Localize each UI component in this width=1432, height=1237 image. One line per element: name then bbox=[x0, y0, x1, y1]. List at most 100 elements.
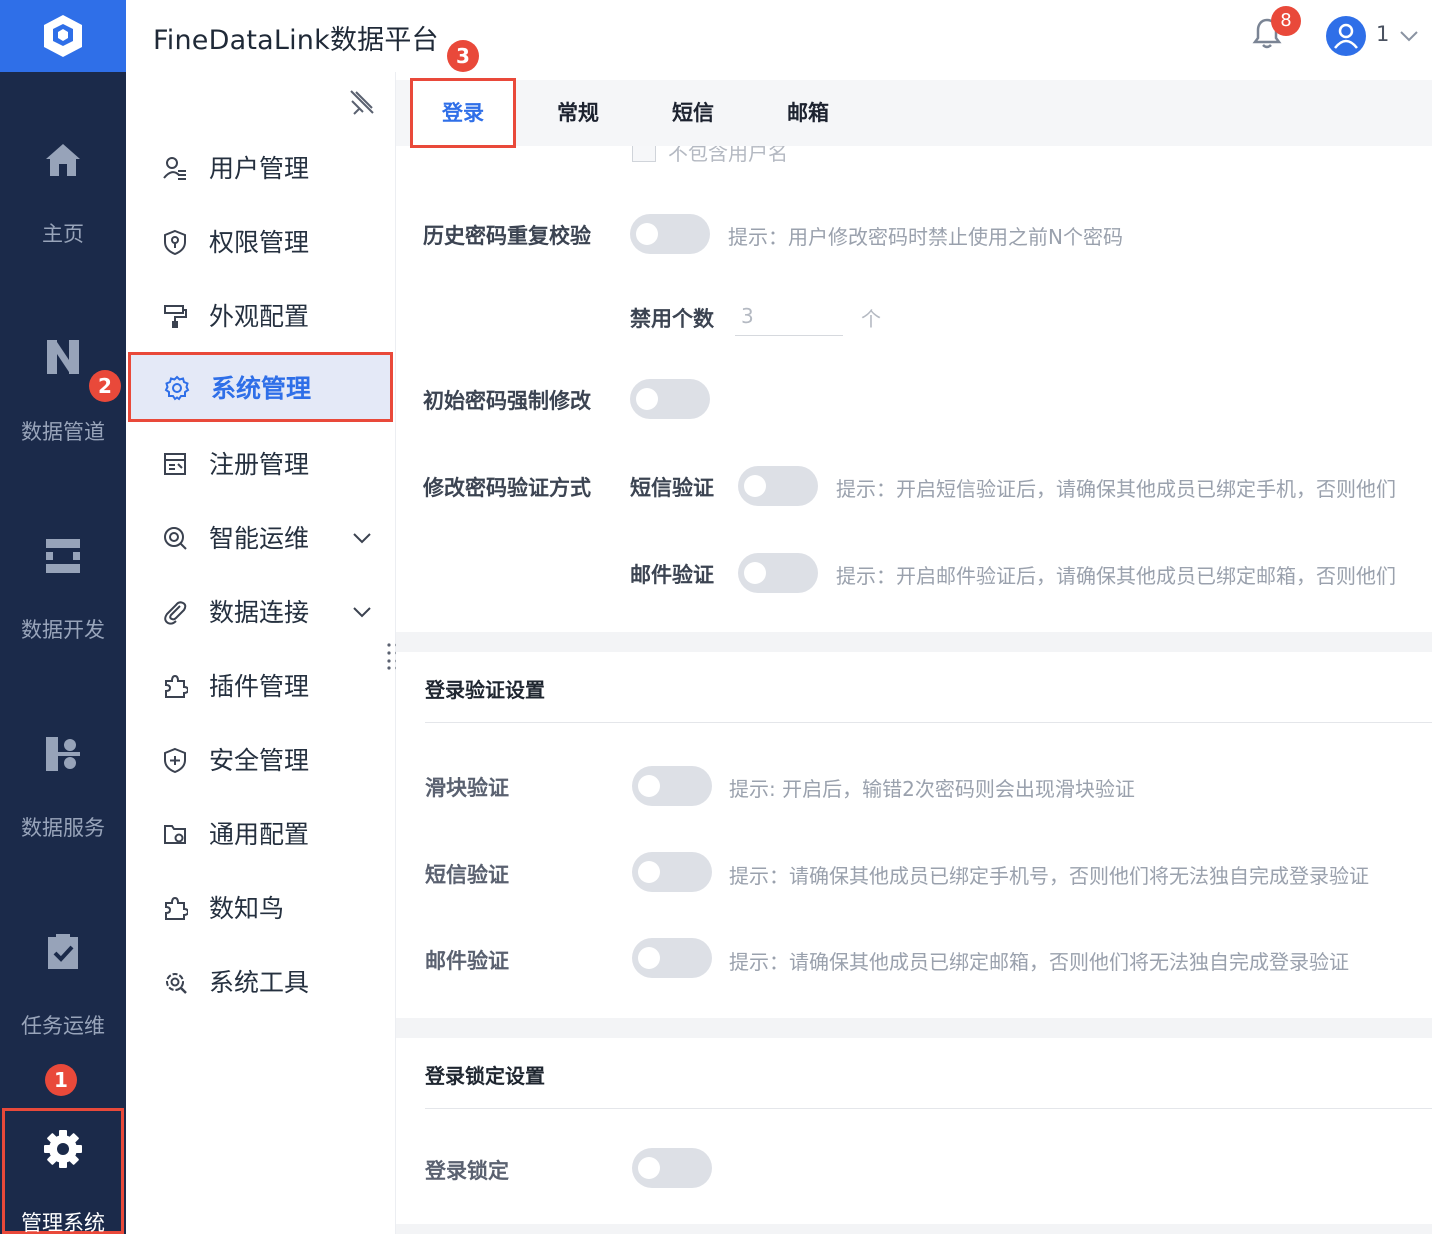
user-menu[interactable]: 1 bbox=[1324, 14, 1424, 58]
login-lock-label: 登录锁定 bbox=[425, 1159, 509, 1183]
sidebar-item-system[interactable]: 系统管理 bbox=[128, 352, 393, 422]
user-icon bbox=[1334, 23, 1358, 49]
smart-ops-icon bbox=[164, 527, 187, 550]
chevron-down-icon bbox=[353, 533, 371, 544]
puzzle-icon bbox=[165, 674, 188, 698]
rail-item-task-ops[interactable]: 任务运维 bbox=[0, 932, 126, 1082]
change-sms-verify-toggle[interactable] bbox=[738, 466, 818, 506]
task-ops-icon bbox=[48, 934, 78, 969]
rail-label-data-dev: 数据开发 bbox=[21, 618, 105, 642]
sidebar-item-appearance[interactable]: 外观配置 bbox=[126, 280, 392, 350]
shield-plus-icon bbox=[164, 747, 186, 773]
sidebar-item-label: 数知鸟 bbox=[209, 894, 285, 923]
sidebar-item-label: 数据连接 bbox=[209, 598, 310, 627]
tab-mail[interactable]: 邮箱 bbox=[764, 80, 852, 146]
sidebar-item-register[interactable]: 注册管理 bbox=[126, 428, 392, 498]
slider-verify-label: 滑块验证 bbox=[425, 776, 509, 800]
login-verify-divider bbox=[425, 722, 1432, 723]
gear-outline-icon bbox=[164, 375, 190, 401]
left-rail: 主页 数据管道 数据开发 数据服务 任务运维 1 bbox=[0, 0, 126, 1234]
force-change-toggle[interactable] bbox=[630, 379, 710, 419]
gear-tool-icon bbox=[166, 973, 187, 994]
paint-roller-icon bbox=[164, 305, 187, 328]
tab-bar: 常规 短信 邮箱 bbox=[396, 80, 1432, 146]
login-mail-verify-toggle[interactable] bbox=[632, 938, 712, 978]
sidebar-item-system-tools[interactable]: 系统工具 bbox=[126, 946, 392, 1016]
notification-badge: 8 bbox=[1271, 6, 1301, 36]
chevron-down-icon bbox=[353, 607, 371, 618]
rail-label-data-service: 数据服务 bbox=[21, 816, 105, 840]
change-mail-verify-toggle[interactable] bbox=[738, 553, 818, 593]
login-verify-title: 登录验证设置 bbox=[425, 678, 545, 702]
password-settings-panel bbox=[396, 72, 1432, 632]
logo[interactable] bbox=[0, 0, 126, 72]
sidebar-item-smart-ops[interactable]: 智能运维 bbox=[126, 502, 392, 572]
rail-item-data-service[interactable]: 数据服务 bbox=[0, 734, 126, 884]
login-mail-verify-label: 邮件验证 bbox=[425, 949, 509, 973]
cube-logo-icon bbox=[44, 15, 82, 57]
sidebar-item-label: 安全管理 bbox=[209, 746, 310, 775]
avatar bbox=[1326, 16, 1366, 56]
tab-login-label: 登录 bbox=[442, 101, 484, 125]
user-manage-icon bbox=[163, 157, 186, 180]
login-sms-verify-hint: 提示：请确保其他成员已绑定手机号，否则他们将无法独自完成登录验证 bbox=[729, 864, 1369, 888]
sidebar-item-label: 插件管理 bbox=[209, 672, 310, 701]
tab-sms[interactable]: 短信 bbox=[649, 80, 737, 146]
sidebar-item-label: 通用配置 bbox=[209, 820, 310, 849]
ban-count-value: 3 bbox=[741, 304, 754, 328]
verify-method-label: 修改密码验证方式 bbox=[423, 476, 591, 500]
step-badge-2: 2 bbox=[89, 370, 121, 402]
slider-verify-toggle[interactable] bbox=[632, 766, 712, 806]
tab-general[interactable]: 常规 bbox=[534, 80, 622, 146]
rail-label-admin: 管理系统 bbox=[21, 1211, 105, 1235]
change-mail-verify-hint: 提示：开启邮件验证后，请确保其他成员已绑定邮箱，否则他们 bbox=[836, 564, 1396, 588]
tab-login[interactable]: 登录 bbox=[410, 78, 516, 148]
history-password-hint: 提示：用户修改密码时禁止使用之前N个密码 bbox=[728, 225, 1123, 249]
data-service-icon bbox=[46, 737, 80, 771]
change-sms-verify-hint: 提示：开启短信验证后，请确保其他成员已绑定手机，否则他们 bbox=[836, 477, 1396, 501]
login-lock-title: 登录锁定设置 bbox=[425, 1064, 545, 1088]
top-header: FineDataLink数据平台 8 1 bbox=[126, 0, 1432, 72]
sidebar-item-user[interactable]: 用户管理 bbox=[126, 132, 392, 202]
sidebar-item-label: 系统管理 bbox=[211, 374, 312, 403]
sidebar-item-security[interactable]: 安全管理 bbox=[126, 724, 392, 794]
sidebar-item-label: 注册管理 bbox=[209, 450, 310, 479]
ban-count-unit: 个 bbox=[861, 307, 881, 331]
rail-item-data-dev[interactable]: 数据开发 bbox=[0, 536, 126, 686]
login-lock-panel bbox=[396, 1038, 1432, 1224]
change-mail-verify-label: 邮件验证 bbox=[630, 563, 714, 587]
sidebar-item-data-connection[interactable]: 数据连接 bbox=[126, 576, 392, 646]
sidebar-item-plugin[interactable]: 插件管理 bbox=[126, 650, 392, 720]
gear-icon bbox=[44, 1130, 82, 1168]
slider-verify-hint: 提示: 开启后，输错2次密码则会出现滑块验证 bbox=[729, 777, 1135, 801]
login-sms-verify-toggle[interactable] bbox=[632, 852, 712, 892]
login-lock-divider bbox=[425, 1108, 1432, 1109]
data-dev-icon bbox=[46, 539, 80, 573]
rail-item-home[interactable]: 主页 bbox=[0, 140, 126, 290]
puzzle-icon bbox=[165, 896, 188, 920]
ban-count-input[interactable]: 3 bbox=[735, 296, 843, 336]
login-lock-toggle[interactable] bbox=[632, 1148, 712, 1188]
home-icon bbox=[46, 144, 80, 176]
rail-item-pipeline[interactable]: 数据管道 bbox=[0, 338, 126, 488]
pin-icon[interactable] bbox=[348, 88, 376, 116]
sidebar-item-label: 外观配置 bbox=[209, 302, 310, 331]
sidebar-item-permission[interactable]: 权限管理 bbox=[126, 206, 392, 276]
history-password-toggle[interactable] bbox=[630, 214, 710, 254]
sidebar-item-label: 权限管理 bbox=[209, 228, 310, 257]
step-badge-3: 3 bbox=[447, 40, 479, 72]
paperclip-icon bbox=[164, 601, 187, 625]
folder-gear-icon bbox=[164, 825, 186, 844]
ban-count-label: 禁用个数 bbox=[630, 307, 714, 331]
chevron-down-icon bbox=[1400, 31, 1418, 42]
sidebar-item-shuzhiniao[interactable]: 数知鸟 bbox=[126, 872, 392, 942]
rail-label-task-ops: 任务运维 bbox=[21, 1014, 105, 1038]
pipeline-icon bbox=[47, 340, 79, 374]
rail-item-admin[interactable]: 管理系统 bbox=[2, 1108, 124, 1235]
rail-label-pipeline: 数据管道 bbox=[21, 420, 105, 444]
force-change-label: 初始密码强制修改 bbox=[423, 389, 591, 413]
step-badge-1: 1 bbox=[45, 1064, 77, 1096]
rail-label-home: 主页 bbox=[42, 222, 84, 246]
sidebar-item-label: 系统工具 bbox=[209, 968, 310, 997]
sidebar-item-general-config[interactable]: 通用配置 bbox=[126, 798, 392, 868]
